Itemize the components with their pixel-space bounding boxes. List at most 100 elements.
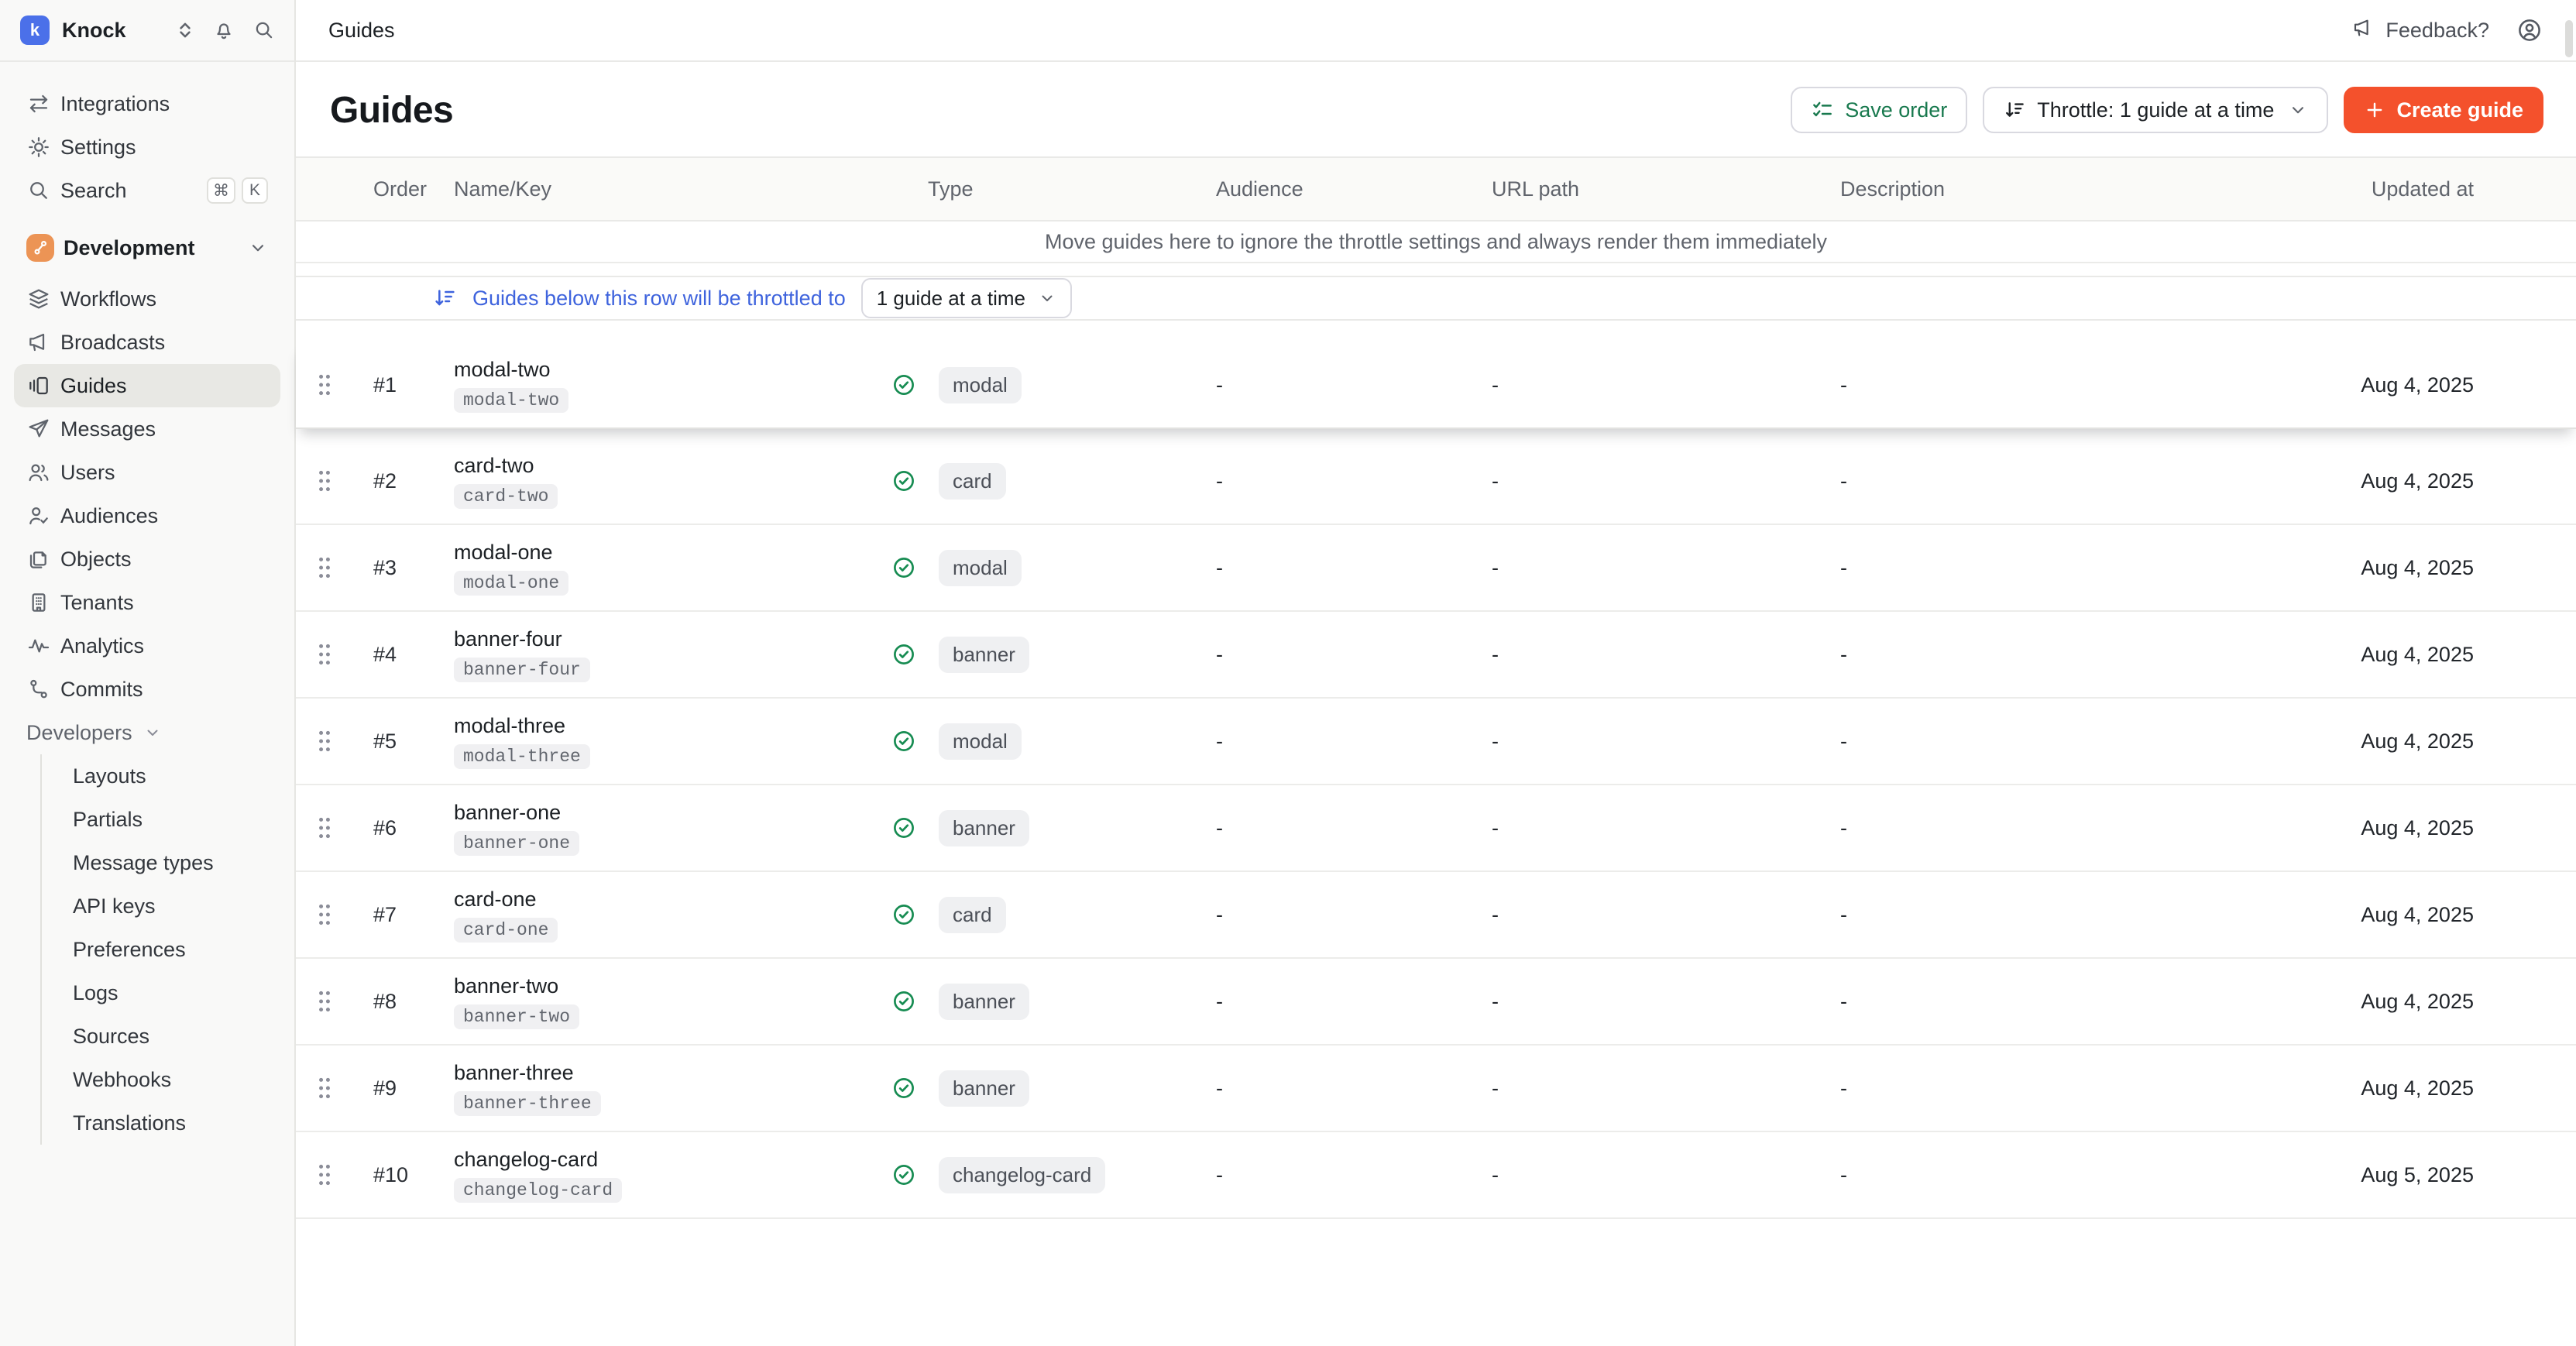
description-value: -	[1831, 469, 2356, 493]
guide-name[interactable]: banner-two	[454, 974, 558, 998]
url-path-value: -	[1482, 556, 1831, 580]
table-row[interactable]: #5 modal-threemodal-three modal - - - Au…	[296, 699, 2576, 785]
developers-section-toggle[interactable]: Developers	[14, 711, 280, 754]
environment-switcher[interactable]: Development	[14, 226, 280, 270]
pages-icon	[26, 547, 51, 572]
throttle-dropdown-button[interactable]: Throttle: 1 guide at a time	[1983, 87, 2328, 133]
guide-name[interactable]: banner-one	[454, 801, 561, 825]
megaphone-icon	[2351, 16, 2375, 45]
updated-at-value: Aug 4, 2025	[2356, 990, 2474, 1014]
drag-handle-icon[interactable]	[296, 642, 364, 667]
description-value: -	[1831, 1163, 2356, 1187]
table-row[interactable]: #2 card-twocard-two card - - - Aug 4, 20…	[296, 438, 2576, 525]
search-icon	[26, 178, 51, 203]
drag-handle-icon[interactable]	[296, 469, 364, 493]
guide-name[interactable]: modal-three	[454, 714, 565, 738]
guide-name[interactable]: banner-four	[454, 627, 562, 651]
table-row[interactable]: #9 banner-threebanner-three banner - - -…	[296, 1046, 2576, 1132]
create-guide-button[interactable]: Create guide	[2344, 87, 2543, 133]
sidebar-item-analytics[interactable]: Analytics	[14, 624, 280, 668]
guide-name[interactable]: card-two	[454, 454, 534, 478]
url-path-value: -	[1482, 816, 1831, 840]
order-number: #3	[364, 556, 445, 580]
sidebar-item-audiences[interactable]: Audiences	[14, 494, 280, 537]
type-badge: banner	[939, 1070, 1029, 1107]
feedback-button[interactable]: Feedback?	[2351, 16, 2489, 45]
sidebar-item-label: Messages	[60, 417, 268, 441]
drag-handle-icon[interactable]	[296, 1076, 364, 1100]
sidebar-item-label: Analytics	[60, 634, 268, 658]
sidebar-item-translations[interactable]: Translations	[64, 1101, 280, 1145]
type-badge: banner	[939, 637, 1029, 673]
order-number: #8	[364, 990, 445, 1014]
account-avatar[interactable]	[2516, 16, 2543, 44]
sidebar-item-guides[interactable]: Guides	[14, 364, 280, 407]
workspace-switcher-icon[interactable]	[175, 20, 195, 40]
sidebar-item-logs[interactable]: Logs	[64, 971, 280, 1015]
workspace-header: k Knock	[0, 0, 294, 62]
throttle-amount-select[interactable]: 1 guide at a time	[861, 278, 1072, 318]
table-row[interactable]: #4 banner-fourbanner-four banner - - - A…	[296, 612, 2576, 699]
table-row[interactable]: #8 banner-twobanner-two banner - - - Aug…	[296, 959, 2576, 1046]
drag-handle-icon[interactable]	[296, 555, 364, 580]
sidebar-item-broadcasts[interactable]: Broadcasts	[14, 321, 280, 364]
sidebar-item-sources[interactable]: Sources	[64, 1015, 280, 1058]
table-row[interactable]: #7 card-onecard-one card - - - Aug 4, 20…	[296, 872, 2576, 959]
sidebar-item-message-types[interactable]: Message types	[64, 841, 280, 884]
url-path-value: -	[1482, 373, 1831, 397]
table-row[interactable]: #6 banner-onebanner-one banner - - - Aug…	[296, 785, 2576, 872]
notifications-bell-icon[interactable]	[212, 19, 235, 42]
sidebar-item-api-keys[interactable]: API keys	[64, 884, 280, 928]
status-active-icon	[891, 555, 917, 581]
sidebar-item-search[interactable]: Search ⌘ K	[14, 169, 280, 212]
building-icon	[26, 590, 51, 615]
k-key: K	[242, 177, 268, 204]
guide-name[interactable]: changelog-card	[454, 1148, 598, 1172]
sidebar-item-settings[interactable]: Settings	[14, 125, 280, 169]
description-value: -	[1831, 373, 2356, 397]
guide-name[interactable]: modal-two	[454, 358, 551, 382]
sidebar-item-users[interactable]: Users	[14, 451, 280, 494]
guide-name[interactable]: card-one	[454, 888, 537, 912]
drag-handle-icon[interactable]	[296, 373, 364, 397]
sidebar-item-preferences[interactable]: Preferences	[64, 928, 280, 971]
sort-descending-icon	[2003, 98, 2026, 122]
dropzone-text: Move guides here to ignore the throttle …	[1045, 230, 1827, 254]
guide-name[interactable]: modal-one	[454, 541, 553, 565]
scrollbar-thumb[interactable]	[2565, 20, 2573, 57]
header-type: Type	[881, 177, 1207, 201]
sidebar-item-messages[interactable]: Messages	[14, 407, 280, 451]
guide-key-badge: modal-one	[454, 571, 568, 596]
drag-handle-icon[interactable]	[296, 989, 364, 1014]
table-row[interactable]: #1 modal-twomodal-two modal - - - Aug 4,…	[296, 342, 2576, 429]
drag-handle-icon[interactable]	[296, 902, 364, 927]
table-row[interactable]: #10 changelog-cardchangelog-card changel…	[296, 1132, 2576, 1219]
description-value: -	[1831, 643, 2356, 667]
guides-icon	[26, 373, 51, 398]
sidebar-item-workflows[interactable]: Workflows	[14, 277, 280, 321]
guide-name[interactable]: banner-three	[454, 1061, 574, 1085]
sidebar-item-objects[interactable]: Objects	[14, 537, 280, 581]
header-updated-at: Updated at	[2356, 177, 2474, 201]
sidebar-item-layouts[interactable]: Layouts	[64, 754, 280, 798]
sidebar-item-webhooks[interactable]: Webhooks	[64, 1058, 280, 1101]
sidebar-item-partials[interactable]: Partials	[64, 798, 280, 841]
order-number: #6	[364, 816, 445, 840]
sidebar-item-commits[interactable]: Commits	[14, 668, 280, 711]
description-value: -	[1831, 556, 2356, 580]
header-audience: Audience	[1207, 177, 1482, 201]
description-value: -	[1831, 730, 2356, 754]
status-active-icon	[891, 372, 917, 398]
developers-sub-list: Layouts Partials Message types API keys …	[40, 754, 280, 1145]
search-icon[interactable]	[252, 19, 276, 42]
sidebar-item-integrations[interactable]: Integrations	[14, 82, 280, 125]
app-window: k Knock Integrations Settings Search	[0, 0, 2576, 1346]
drag-handle-icon[interactable]	[296, 729, 364, 754]
table-row[interactable]: #3 modal-onemodal-one modal - - - Aug 4,…	[296, 525, 2576, 612]
drag-handle-icon[interactable]	[296, 1162, 364, 1187]
save-order-button[interactable]: Save order	[1791, 87, 1967, 133]
drag-handle-icon[interactable]	[296, 815, 364, 840]
unthrottled-dropzone[interactable]: Move guides here to ignore the throttle …	[296, 221, 2576, 263]
sidebar-item-tenants[interactable]: Tenants	[14, 581, 280, 624]
workspace-name: Knock	[62, 19, 163, 43]
